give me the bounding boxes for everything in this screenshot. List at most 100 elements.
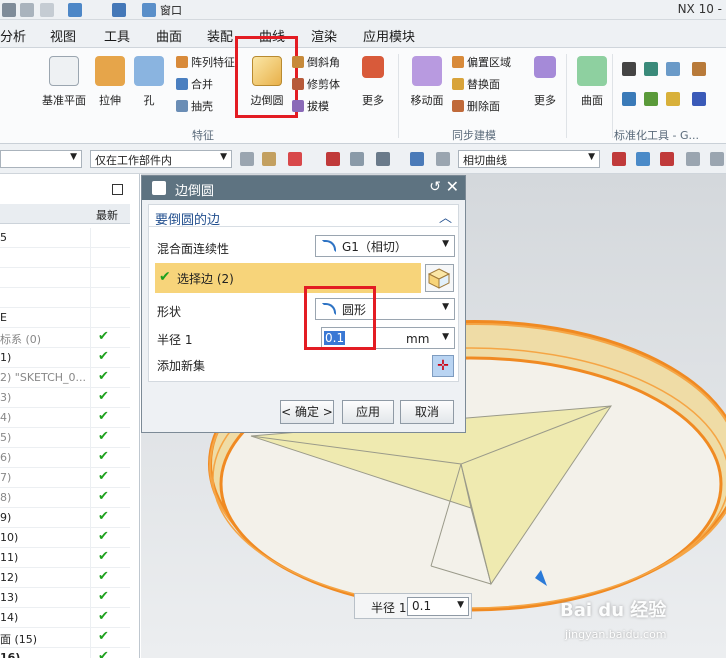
arrow-icon[interactable] (636, 152, 650, 166)
face-icon[interactable] (410, 152, 424, 166)
tool-icon[interactable] (622, 92, 636, 106)
point-icon[interactable] (288, 152, 302, 166)
column-divider (90, 428, 91, 448)
line-icon[interactable] (710, 152, 724, 166)
delete-face-button[interactable]: 删除面 (452, 98, 500, 114)
navigator-row-label: 9) (0, 511, 12, 524)
rectangle-select-icon[interactable] (376, 152, 390, 166)
cancel-button[interactable]: 取消 (400, 400, 454, 424)
select-icon[interactable] (350, 152, 364, 166)
scope-combo[interactable]: 仅在工作部件内 ▼ (90, 150, 232, 168)
more-sync-button[interactable]: 更多 (530, 56, 560, 108)
draft-button[interactable]: 拔模 (292, 98, 329, 114)
cylinder-icon[interactable] (666, 62, 680, 76)
close-icon[interactable]: ✕ (446, 177, 459, 196)
navigator-row[interactable]: 标系 (0) ✔ (0, 328, 130, 348)
chamfer-button[interactable]: 倒斜角 (292, 54, 340, 70)
edge-icon[interactable] (436, 152, 450, 166)
navigator-row[interactable]: 5 (0, 228, 130, 248)
add-new-set-button[interactable]: ✛ (432, 355, 454, 377)
screen-radius-field[interactable]: 0.1 ▼ (407, 597, 469, 616)
navigator-row[interactable] (0, 268, 130, 288)
reset-icon[interactable]: ↺ (429, 179, 441, 195)
navigator-row[interactable] (0, 288, 130, 308)
navigator-row[interactable]: 11) ✔ (0, 548, 130, 568)
line-icon[interactable] (686, 152, 700, 166)
curve-rule-combo[interactable]: 相切曲线 ▼ (458, 150, 600, 168)
window-menu[interactable]: 窗口 (160, 2, 182, 18)
replace-face-button[interactable]: 替换面 (452, 76, 500, 92)
continuity-select[interactable]: G1（相切） ▼ (315, 235, 455, 257)
tool-icon[interactable] (692, 92, 706, 106)
navigator-row[interactable]: 面 (15) ✔ (0, 628, 130, 648)
menu-surface[interactable]: 曲面 (156, 26, 182, 45)
more-feature-button[interactable]: 更多 (356, 56, 390, 108)
navigator-row[interactable]: 7) ✔ (0, 468, 130, 488)
check-icon: ✔ (98, 529, 109, 544)
csys-icon[interactable] (622, 62, 636, 76)
select-icon[interactable] (326, 152, 340, 166)
tool-icon[interactable] (666, 92, 680, 106)
tool-icon[interactable] (644, 92, 658, 106)
part-icon[interactable] (68, 3, 82, 17)
copy-icon[interactable] (20, 3, 34, 17)
extrude-button[interactable]: 拉伸 (92, 56, 128, 108)
menu-tools[interactable]: 工具 (104, 26, 130, 45)
point-icon[interactable] (660, 152, 674, 166)
extrude-icon (95, 56, 125, 86)
quick-access-bar: 窗口 NX 10 - (0, 0, 726, 20)
type-filter-combo[interactable]: ▼ (0, 150, 82, 168)
menu-app-modules[interactable]: 应用模块 (363, 26, 415, 45)
menu-view[interactable]: 视图 (50, 26, 76, 45)
gear-icon[interactable] (152, 181, 166, 195)
navigator-row[interactable]: 3) ✔ (0, 388, 130, 408)
edge-section-header[interactable]: 要倒圆的边 ︿ (149, 205, 458, 228)
navigator-row[interactable]: 1) ✔ (0, 348, 130, 368)
chevron-down-icon[interactable]: ▼ (442, 332, 449, 342)
navigator-row[interactable]: 16) ✔ (0, 648, 130, 658)
window-icon[interactable] (142, 3, 156, 17)
stack-icon[interactable] (644, 62, 658, 76)
select-edge-button[interactable] (425, 264, 454, 292)
screen-radius-input[interactable]: 半径 1 0.1 ▼ (354, 593, 472, 619)
screen-radius-value[interactable]: 0.1 (412, 599, 431, 613)
column-latest[interactable]: 最新 (96, 207, 118, 223)
navigator-row[interactable]: 5) ✔ (0, 428, 130, 448)
ok-button[interactable]: < 确定 > (280, 400, 334, 424)
navigator-row[interactable]: 14) ✔ (0, 608, 130, 628)
trim-body-button[interactable]: 修剪体 (292, 76, 340, 92)
tool-icon[interactable] (692, 62, 706, 76)
pattern-feature-button[interactable]: 阵列特征 (176, 54, 235, 70)
apply-button[interactable]: 应用 (342, 400, 394, 424)
paste-icon[interactable] (40, 3, 54, 17)
navigator-row[interactable]: 4) ✔ (0, 408, 130, 428)
menu-render[interactable]: 渲染 (311, 26, 337, 45)
check-icon: ✔ (98, 549, 109, 564)
navigator-row[interactable]: 8) ✔ (0, 488, 130, 508)
navigator-row[interactable]: 2) "SKETCH_0... ✔ (0, 368, 130, 388)
shell-button[interactable]: 抽壳 (176, 98, 213, 114)
part-navigator: 最新 5 E 标系 (0) ✔ 1) ✔ 2) "SKETCH_0... ✔ 3) ✔ 4) ✔ 5) ✔… (0, 174, 140, 658)
navigator-row[interactable]: 10) ✔ (0, 528, 130, 548)
select-edge-row[interactable]: ✔ 选择边 (2) (155, 263, 421, 293)
save-icon[interactable] (2, 3, 16, 17)
navigator-row[interactable]: 13) ✔ (0, 588, 130, 608)
menu-assembly[interactable]: 装配 (207, 26, 233, 45)
maximize-icon[interactable] (112, 184, 123, 195)
navigator-row[interactable]: 6) ✔ (0, 448, 130, 468)
menu-analysis[interactable]: 分析 (0, 26, 26, 45)
navigator-row[interactable] (0, 248, 130, 268)
offset-region-button[interactable]: 偏置区域 (452, 54, 511, 70)
snap-icon[interactable] (262, 152, 276, 166)
hole-button[interactable]: 孔 (134, 56, 164, 108)
snap-icon[interactable] (612, 152, 626, 166)
surface-button[interactable]: 曲面 (574, 56, 610, 108)
datum-plane-button[interactable]: 基准平面 (38, 56, 90, 108)
move-face-button[interactable]: 移动面 (406, 56, 448, 108)
navigator-row[interactable]: 9) ✔ (0, 508, 130, 528)
touch-mode-icon[interactable] (112, 3, 126, 17)
unite-button[interactable]: 合并 (176, 76, 213, 92)
navigator-row[interactable]: E (0, 308, 130, 328)
filter-icon[interactable] (240, 152, 254, 166)
navigator-row[interactable]: 12) ✔ (0, 568, 130, 588)
